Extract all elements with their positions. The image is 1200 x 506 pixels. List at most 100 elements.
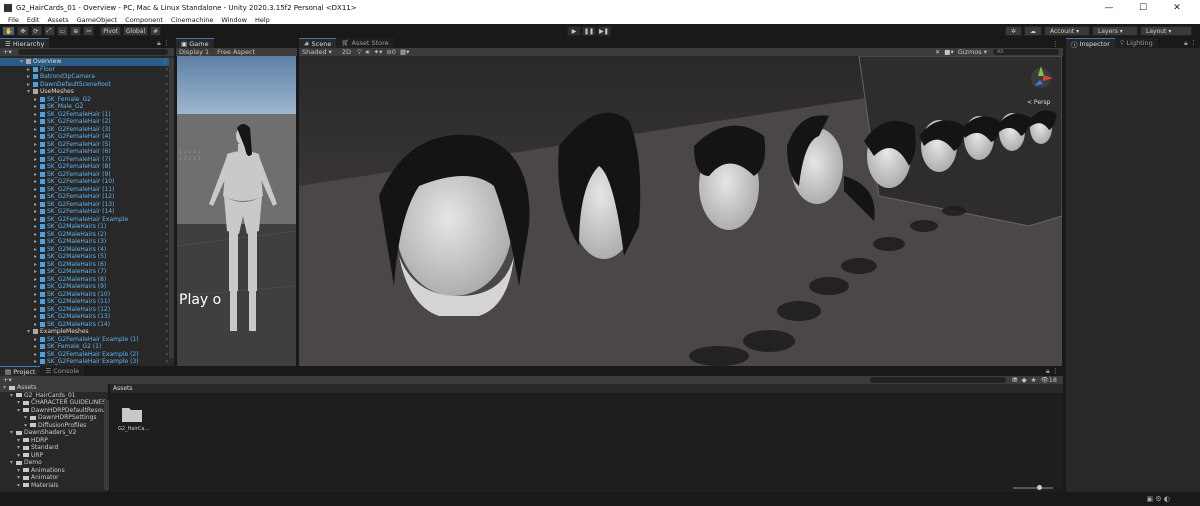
project-folder-row[interactable]: ▾ DawnShaders_V2 [0,429,108,437]
menu-file[interactable]: File [8,16,19,24]
hierarchy-row[interactable]: ▸ SK_Female_G2 › [0,96,174,104]
tab-inspector[interactable]: ⓘ Inspector [1066,38,1115,49]
layers-dropdown[interactable]: Layers ▾ [1092,26,1138,36]
camera-settings-icon[interactable]: ■▾ [944,48,953,56]
create-plus-icon[interactable]: +▾ [3,48,12,56]
project-search-input[interactable] [870,377,1007,383]
hierarchy-row[interactable]: ▸ SK_G2FemaleHair Example (3) › [0,358,174,366]
project-folder-row[interactable]: ▾ G2_HairCards_01 [0,392,108,400]
global-toggle[interactable]: Global [123,26,149,36]
hierarchy-row[interactable]: ▸ SK_G2FemaleHair (5) › [0,141,174,149]
hand-tool-icon[interactable]: ✋ [2,26,16,36]
gizmos-dropdown[interactable]: Gizmos ▾ [958,48,987,56]
inspector-lock-icon[interactable]: 🔒︎ ⋮ [1184,39,1197,48]
hierarchy-row[interactable]: ▸ SK_G2FemaleHair (4) › [0,133,174,141]
project-tree-scrollbar[interactable] [104,400,109,490]
assets-breadcrumb[interactable]: Assets [110,384,1063,393]
project-folder-row[interactable]: ▾ HDRP [0,437,108,445]
pause-button[interactable]: ❚❚ [582,26,596,36]
hierarchy-row[interactable]: ▸ SK_Male_G2 › [0,103,174,111]
hierarchy-row[interactable]: ▸ DawnDefaultSceneRoot › [0,81,174,89]
hierarchy-row[interactable]: ▸ SK_G2MaleHairs (3) › [0,238,174,246]
maximize-button[interactable]: ☐ [1126,3,1160,13]
hierarchy-row[interactable]: ▸ SK_G2MaleHairs (12) › [0,306,174,314]
account-dropdown[interactable]: Account ▾ [1044,26,1090,36]
project-folder-row[interactable]: ▾ URP [0,452,108,460]
tab-console[interactable]: ☰ Console [40,366,85,376]
hidden-objects-icon[interactable]: ⊘0 [386,48,396,56]
aspect-dropdown[interactable]: Free Aspect [217,48,255,56]
hierarchy-row[interactable]: ▸ SK_G2FemaleHair Example (2) › [0,351,174,359]
scale-tool-icon[interactable]: ⤢ [43,26,55,36]
project-lock-icon[interactable]: 🔒︎ ⋮ [1046,367,1059,376]
menu-component[interactable]: Component [125,16,163,24]
project-folder-row[interactable]: ▾ DawnHDRPDefaultResour [0,407,108,415]
tab-asset-store[interactable]: 🛒︎ Asset Store [336,38,394,48]
project-create-icon[interactable]: +▾ [3,376,12,384]
icon-size-slider[interactable] [1013,485,1053,490]
hierarchy-row[interactable]: ▸ Floor › [0,66,174,74]
lock-icon[interactable]: 🔒︎ ⋮ [157,39,170,48]
move-tool-icon[interactable]: ✥ [17,26,29,36]
menu-edit[interactable]: Edit [27,16,40,24]
menu-window[interactable]: Window [221,16,247,24]
hidden-packages-toggle[interactable]: 👁︎18 [1040,376,1057,384]
scene-view[interactable]: < Persp [299,56,1062,366]
hierarchy-row[interactable]: ▸ SK_G2MaleHairs (13) › [0,313,174,321]
menu-gameobject[interactable]: GameObject [77,16,118,24]
menu-help[interactable]: Help [255,16,270,24]
collab-icon[interactable]: ✲ [1004,26,1022,36]
rotate-tool-icon[interactable]: ⟳ [30,26,42,36]
project-folder-row[interactable]: ▾ DiffusionProfiles [0,422,108,430]
folder-item[interactable]: G2_HairCa... [118,404,149,432]
hierarchy-row[interactable]: ▸ SK_G2FemaleHair (14) › [0,208,174,216]
hierarchy-row[interactable]: ▸ SK_G2MaleHairs (8) › [0,276,174,284]
project-folder-row[interactable]: ▾ Animator [0,474,108,482]
hierarchy-row[interactable]: ▸ SK_G2FemaleHair (3) › [0,126,174,134]
project-folder-row[interactable]: ▾ CHARACTER GUIDELINES [0,399,108,407]
hierarchy-row[interactable]: ▸ Batrond3pCamera › [0,73,174,81]
hierarchy-row[interactable]: ▸ SK_G2MaleHairs (9) › [0,283,174,291]
hierarchy-row[interactable]: ▸ SK_G2FemaleHair Example (1) › [0,336,174,344]
hierarchy-row[interactable]: ▾ UseMeshes › [0,88,174,96]
persp-label[interactable]: < Persp [1027,99,1051,106]
layout-dropdown[interactable]: Layout ▾ [1140,26,1192,36]
hierarchy-row[interactable]: ▸ SK_G2MaleHairs (14) › [0,321,174,329]
minimize-button[interactable]: — [1092,3,1126,13]
hierarchy-row[interactable]: ▸ SK_G2MaleHairs (7) › [0,268,174,276]
grid-toggle-icon[interactable]: ▦▾ [400,48,409,56]
tab-lighting[interactable]: 💡︎ Lighting [1114,38,1158,48]
display-dropdown[interactable]: Display 1 [179,48,209,56]
step-button[interactable]: ▶❚ [597,26,611,36]
hierarchy-row[interactable]: ▸ SK_G2FemaleHair (1) › [0,111,174,119]
pivot-toggle[interactable]: Pivot [100,26,122,36]
project-folder-row[interactable]: ▾ Assets [0,384,108,392]
hierarchy-row[interactable]: ▸ SK_G2MaleHairs (11) › [0,298,174,306]
hierarchy-row[interactable]: ▸ SK_G2FemaleHair (7) › [0,156,174,164]
hierarchy-search-input[interactable] [17,49,168,55]
tab-game[interactable]: ▣ Game [176,38,214,48]
hierarchy-row[interactable]: ▸ SK_G2FemaleHair (11) › [0,186,174,194]
hierarchy-row[interactable]: ▸ SK_G2MaleHairs (10) › [0,291,174,299]
hierarchy-row[interactable]: ▸ SK_G2FemaleHair (12) › [0,193,174,201]
custom-tool-icon[interactable]: ✂ [83,26,95,36]
hierarchy-row[interactable]: ▸ SK_G2FemaleHair (13) › [0,201,174,209]
status-icons[interactable]: ▣ ⚙ ◐ [1147,495,1170,503]
effects-toggle-icon[interactable]: ✦▾ [374,48,383,56]
hierarchy-row[interactable]: ▸ SK_G2FemaleHair (2) › [0,118,174,126]
icon-size-slider-handle[interactable] [1037,485,1042,490]
hierarchy-row[interactable]: ▸ SK_G2MaleHairs (1) › [0,223,174,231]
scene-menu-icon[interactable]: ⋮ [1052,40,1059,48]
hierarchy-row[interactable]: ▸ SK_G2FemaleHair Example › [0,216,174,224]
hierarchy-row[interactable]: ▸ SK_Female_G2 (1) › [0,343,174,351]
hierarchy-row[interactable]: ▸ SK_G2FemaleHair (8) › [0,163,174,171]
hierarchy-row[interactable]: ▸ SK_G2FemaleHair (10) › [0,178,174,186]
shading-dropdown[interactable]: Shaded ▾ [302,48,332,56]
hierarchy-scrollbar[interactable] [169,58,174,358]
tools-icon[interactable]: ✕ [935,48,940,56]
rect-tool-icon[interactable]: ▭ [56,26,69,36]
menu-assets[interactable]: Assets [47,16,68,24]
hierarchy-row[interactable]: ▸ SK_G2MaleHairs (5) › [0,253,174,261]
hierarchy-row[interactable]: ▸ SK_G2MaleHairs (2) › [0,231,174,239]
project-folder-row[interactable]: ▾ Animations [0,467,108,475]
